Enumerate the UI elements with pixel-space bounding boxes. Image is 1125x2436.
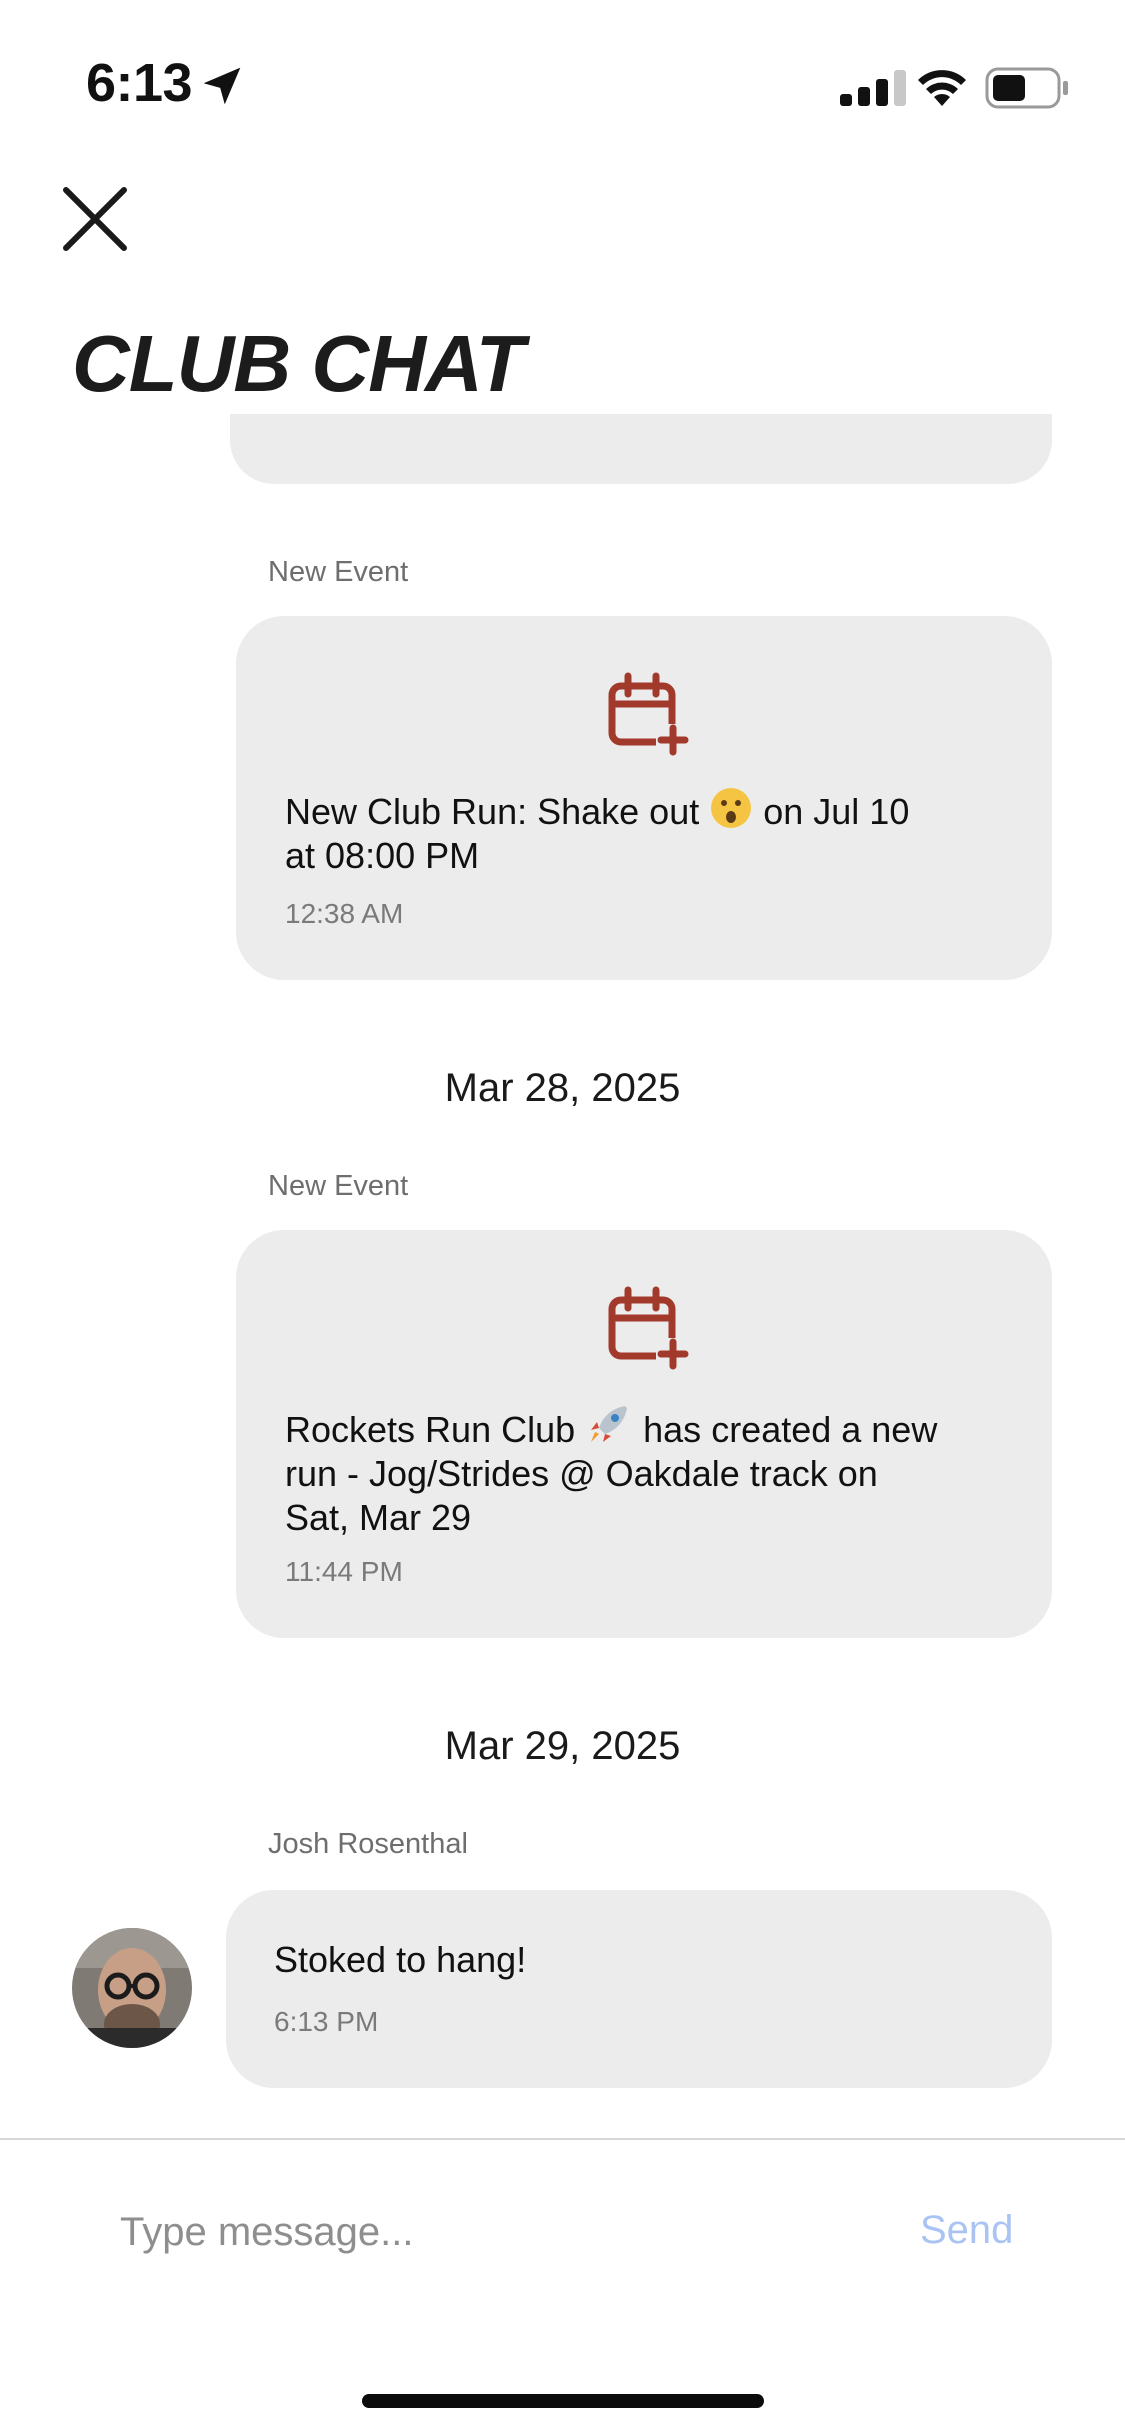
close-button[interactable]: [58, 182, 132, 256]
wifi-icon: [918, 70, 966, 106]
page-title: CLUB CHAT: [72, 319, 525, 408]
composer-divider: [0, 2138, 1125, 2140]
message-text: Rockets Run Club has created a new run -…: [285, 1400, 1025, 1540]
date-separator: Mar 29, 2025: [444, 1724, 681, 1768]
event-message-bubble: Rockets Run Club has created a new run -…: [236, 1230, 1052, 1638]
message-input[interactable]: [120, 2202, 820, 2262]
avatar[interactable]: [72, 1928, 192, 2048]
send-button[interactable]: Send: [920, 2208, 1013, 2253]
battery-icon: [985, 67, 1068, 109]
message-sender: New Event: [268, 1170, 409, 1202]
message-bubble: Stoked to hang! 6:13 PM: [226, 1890, 1052, 2088]
message-bubble-partial: [230, 414, 1052, 484]
message-text-part: at 08:00 PM: [285, 835, 480, 876]
message-sender: Josh Rosenthal: [268, 1828, 468, 1860]
event-message-bubble: New Club Run: Shake out on Jul 10 at 08:…: [236, 616, 1052, 980]
message-text-part: Rockets Run Club: [285, 1409, 586, 1450]
message-sender: New Event: [268, 556, 409, 588]
hushed-face-emoji: [711, 788, 752, 828]
status-time: 6:13: [86, 53, 193, 113]
message-text: Stoked to hang!: [274, 1939, 527, 1980]
cellular-signal-icon: [840, 70, 906, 106]
message-text-part: New Club Run: Shake out: [285, 791, 710, 832]
message-text-part: Sat, Mar 29: [285, 1497, 472, 1538]
date-separator: Mar 28, 2025: [444, 1066, 681, 1110]
rocket-emoji: [591, 1406, 628, 1442]
message-time: 12:38 AM: [285, 898, 404, 929]
message-text-part: on Jul 10: [753, 791, 910, 832]
calendar-add-icon: [608, 672, 690, 756]
message-time: 11:44 PM: [285, 1556, 403, 1587]
message-time: 6:13 PM: [274, 2006, 379, 2037]
calendar-add-icon: [608, 1286, 690, 1370]
location-arrow-icon: [203, 67, 241, 105]
message-text-part: run - Jog/Strides @ Oakdale track on: [285, 1453, 878, 1494]
home-indicator: [362, 2394, 764, 2408]
message-text-part: has created a new: [633, 1409, 938, 1450]
message-text: New Club Run: Shake out on Jul 10 at 08:…: [285, 786, 1025, 878]
avatar-image: [72, 1928, 192, 2048]
